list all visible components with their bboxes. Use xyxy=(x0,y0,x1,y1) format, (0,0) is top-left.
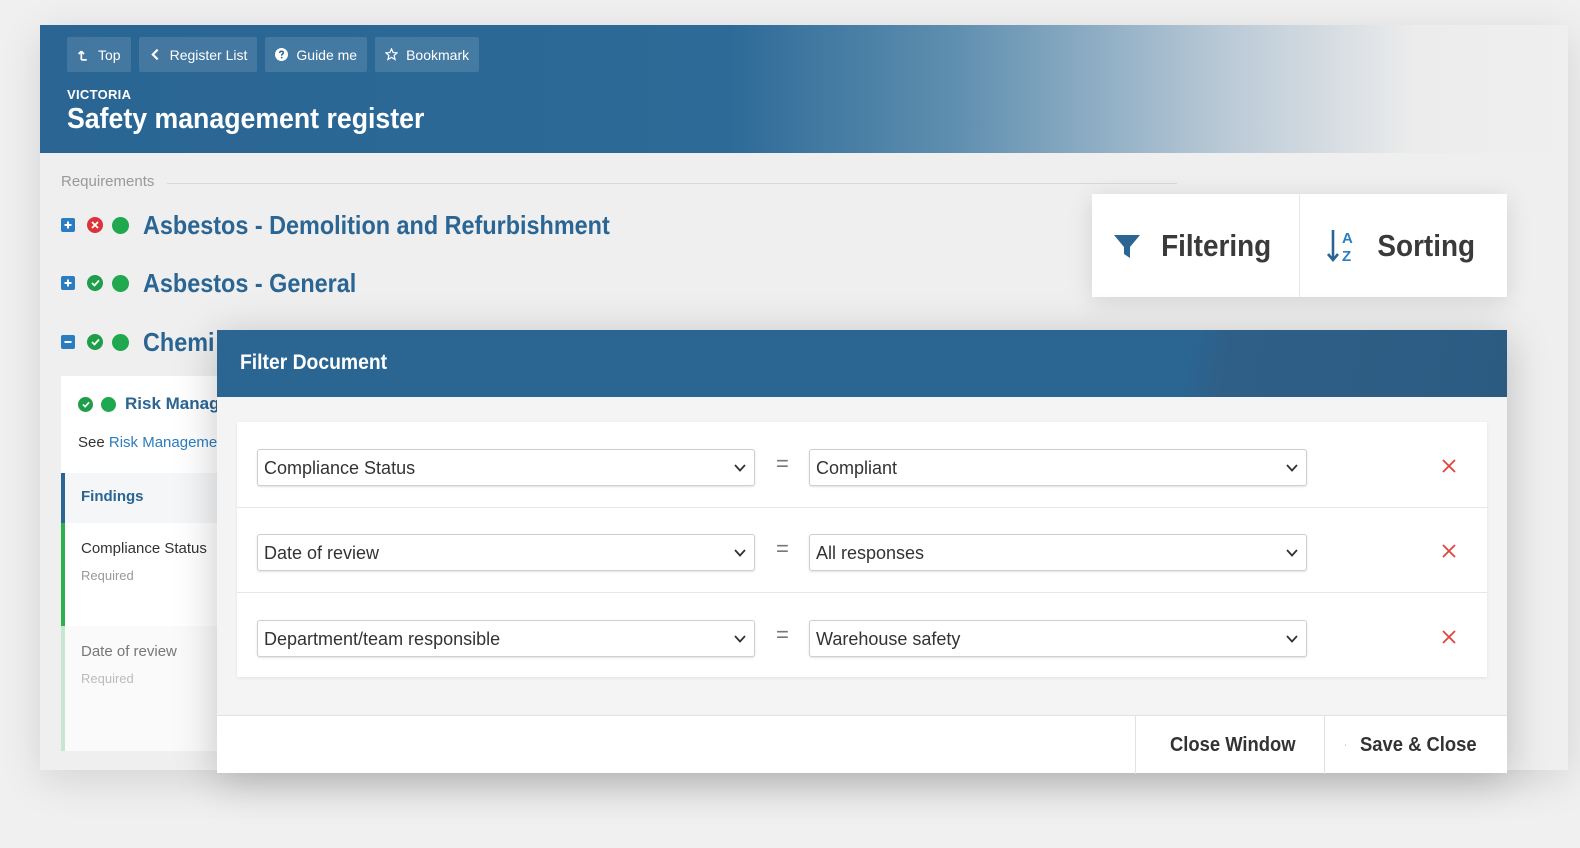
field-select-value: Date of review xyxy=(264,543,380,563)
filter-rule-row: Department/team responsible = Warehouse … xyxy=(237,592,1487,677)
requirements-divider xyxy=(167,183,1177,184)
value-select-value: All responses xyxy=(816,543,925,563)
requirement-row[interactable]: Asbestos - General xyxy=(61,263,380,303)
modal-title: Filter Document xyxy=(240,351,388,374)
see-prefix: See xyxy=(78,434,105,451)
chevron-down-icon xyxy=(1286,549,1298,557)
filter-document-modal: Filter Document Compliance Status = Comp… xyxy=(217,330,1507,774)
findings-tab[interactable]: Findings xyxy=(61,473,221,523)
requirement-detail-card: Risk Manag See Risk Manageme Findings Co… xyxy=(61,376,221,751)
bookmark-button-label: Bookmark xyxy=(406,46,470,63)
chevron-down-icon xyxy=(1286,635,1298,643)
operator-label: = xyxy=(776,451,789,476)
requirements-label: Requirements xyxy=(61,173,155,190)
chevron-down-icon xyxy=(1286,464,1298,472)
operator-label: = xyxy=(776,622,789,647)
field-select[interactable]: Department/team responsible xyxy=(257,620,755,657)
see-reference: See Risk Manageme xyxy=(78,434,217,451)
filter-sort-panel: Filtering A Z Sorting xyxy=(1092,194,1507,297)
page-header: Top Register List Guide me Bookmark VICT… xyxy=(40,25,1568,153)
svg-text:A: A xyxy=(1342,230,1353,247)
value-select-value: Warehouse safety xyxy=(816,629,961,649)
filtering-label: Filtering xyxy=(1161,227,1272,263)
close-window-button[interactable]: Close Window xyxy=(1135,716,1325,774)
close-window-label: Close Window xyxy=(1170,733,1296,756)
findings-label: Findings xyxy=(81,488,144,505)
guide-me-button-label: Guide me xyxy=(296,46,358,63)
field-select-value: Compliance Status xyxy=(264,458,416,478)
svg-text:Z: Z xyxy=(1342,248,1351,264)
filter-rule-row: Date of review = All responses xyxy=(237,507,1487,592)
filter-funnel-icon xyxy=(1114,234,1141,258)
register-list-button[interactable]: Register List xyxy=(138,37,258,72)
chevron-down-icon xyxy=(734,549,746,557)
chevron-left-icon xyxy=(150,48,159,61)
bookmark-button[interactable]: Bookmark xyxy=(375,37,480,72)
guide-me-button[interactable]: Guide me xyxy=(265,37,368,72)
region-label: VICTORIA xyxy=(67,87,132,102)
chevron-down-icon xyxy=(734,635,746,643)
chevron-down-icon xyxy=(734,464,746,472)
arrow-up-icon xyxy=(78,50,87,61)
question-circle-icon xyxy=(275,48,289,61)
save-close-label: Save & Close xyxy=(1360,733,1477,756)
save-close-button[interactable]: Save & Close xyxy=(1324,716,1507,774)
top-button-label: Top xyxy=(98,46,121,63)
risk-management-row[interactable]: Risk Manag xyxy=(78,394,219,414)
compliance-status-field[interactable]: Compliance Status Required xyxy=(61,523,221,626)
sorting-label: Sorting xyxy=(1377,227,1476,263)
status-dot xyxy=(101,396,116,412)
risk-management-title[interactable]: Risk Manag xyxy=(125,394,219,414)
requirement-title[interactable]: Chemi xyxy=(143,327,215,358)
status-dot xyxy=(112,274,129,292)
expand-plus-icon[interactable] xyxy=(61,276,75,290)
field-name: Date of review xyxy=(81,643,177,660)
sort-alpha-icon: A Z xyxy=(1327,229,1353,264)
remove-rule-icon[interactable] xyxy=(1440,457,1458,475)
date-of-review-field[interactable]: Date of review Required xyxy=(61,626,221,751)
filter-rule-row: Compliance Status = Compliant xyxy=(237,422,1487,507)
remove-rule-icon[interactable] xyxy=(1440,628,1458,646)
risk-management-link[interactable]: Risk Manageme xyxy=(109,434,217,451)
register-list-button-label: Register List xyxy=(169,46,248,63)
check-circle-icon xyxy=(87,275,103,291)
check-circle-icon xyxy=(78,396,93,412)
field-required: Required xyxy=(81,671,134,686)
collapse-minus-icon[interactable] xyxy=(61,335,75,349)
filtering-tab[interactable]: Filtering xyxy=(1092,194,1299,297)
save-floppy-icon xyxy=(1345,744,1347,746)
status-dot xyxy=(112,333,129,351)
value-select[interactable]: Compliant xyxy=(809,449,1307,486)
operator-label: = xyxy=(776,536,789,561)
requirement-title[interactable]: Asbestos - General xyxy=(143,268,356,299)
field-select-value: Department/team responsible xyxy=(264,629,501,649)
requirement-row[interactable]: Asbestos - Demolition and Refurbishment xyxy=(61,205,662,245)
check-circle-icon xyxy=(87,334,103,350)
page-title: Safety management register xyxy=(67,103,425,135)
requirement-row[interactable]: Chemi xyxy=(61,322,222,362)
field-required: Required xyxy=(81,568,134,583)
error-x-icon xyxy=(87,217,103,233)
modal-footer: Close Window Save & Close xyxy=(217,715,1507,774)
field-name: Compliance Status xyxy=(81,540,207,557)
remove-rule-icon[interactable] xyxy=(1440,542,1458,560)
expand-plus-icon[interactable] xyxy=(61,218,75,232)
value-select[interactable]: Warehouse safety xyxy=(809,620,1307,657)
filter-rules: Compliance Status = Compliant Date of re… xyxy=(237,422,1487,677)
status-dot xyxy=(112,216,129,234)
header-toolbar: Top Register List Guide me Bookmark xyxy=(67,37,480,72)
top-button[interactable]: Top xyxy=(67,37,131,72)
requirement-title[interactable]: Asbestos - Demolition and Refurbishment xyxy=(143,210,610,241)
value-select-value: Compliant xyxy=(816,458,898,478)
modal-header: Filter Document xyxy=(217,330,1507,397)
value-select[interactable]: All responses xyxy=(809,534,1307,571)
field-select[interactable]: Compliance Status xyxy=(257,449,755,486)
field-select[interactable]: Date of review xyxy=(257,534,755,571)
sorting-tab[interactable]: A Z Sorting xyxy=(1299,194,1507,297)
star-icon xyxy=(385,48,399,61)
